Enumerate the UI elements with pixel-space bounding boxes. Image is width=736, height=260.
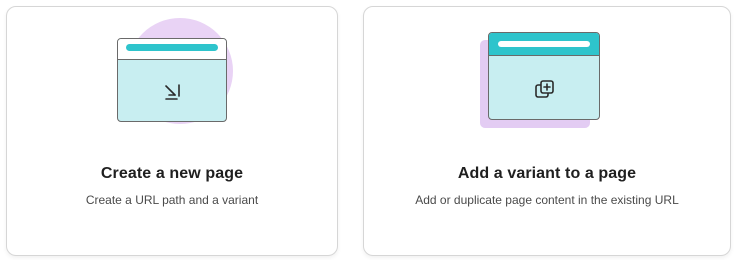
new-page-illustration <box>117 38 227 122</box>
card-subtitle: Add or duplicate page content in the exi… <box>415 193 679 207</box>
card-subtitle: Create a URL path and a variant <box>85 193 259 207</box>
window-titlebar <box>118 39 226 60</box>
card-title: Create a new page <box>100 165 244 182</box>
new-page-arrow-icon <box>165 84 180 100</box>
duplicate-plus-icon <box>535 80 554 98</box>
titlebar-pill <box>126 44 218 51</box>
add-variant-illustration <box>488 32 600 120</box>
window-titlebar <box>489 33 599 56</box>
titlebar-pill <box>498 41 590 47</box>
card-title: Add a variant to a page <box>457 165 637 182</box>
